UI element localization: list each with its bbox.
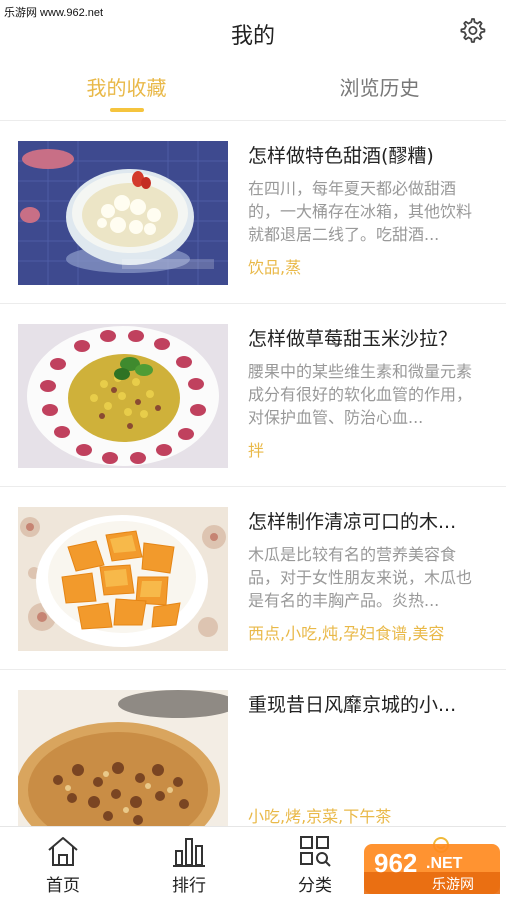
- nav-home-label: 首页: [46, 876, 80, 896]
- item-description: [248, 726, 486, 795]
- badge-number: 962: [374, 848, 417, 878]
- item-tags: 拌: [248, 441, 265, 460]
- tab-favorites[interactable]: 我的收藏: [0, 72, 253, 101]
- bar-chart-icon: [173, 838, 205, 867]
- list-item[interactable]: 怎样做草莓甜玉米沙拉？ 腰果中的某些维生素和微量元素成分有很好的软化血管的作用，…: [0, 304, 506, 487]
- nav-ranking-label: 排行: [172, 876, 206, 896]
- gear-icon: [460, 18, 486, 43]
- watermark-badge: 962 .NET 乐游网: [364, 844, 500, 894]
- item-description: 腰果中的某些维生素和微量元素成分有很好的软化血管的作用，对保护血管、防治心血..…: [248, 362, 473, 427]
- strawberry-corn-salad-image: [18, 324, 228, 468]
- item-tags: 西点,小吃,炖,孕妇食谱,美容: [248, 624, 445, 643]
- item-description: 在四川，每年夏天都必做甜酒的，一大桶存在冰箱，其他饮料就都退居二线了。吃甜酒..…: [248, 179, 473, 244]
- item-title: 怎样做草莓甜玉米沙拉？: [248, 328, 458, 350]
- nav-category[interactable]: 分类: [252, 833, 378, 896]
- item-tags: 饮品,蒸: [248, 258, 302, 277]
- papaya-bowl-image: [18, 507, 228, 651]
- item-description: 木瓜是比较有名的营养美容食品，对于女性朋友来说，木瓜也是有名的丰胸产品。炎热..…: [248, 545, 473, 610]
- item-title: 重现昔日风靡京城的小...: [248, 694, 457, 716]
- badge-text: 乐游网: [432, 877, 474, 893]
- rice-wine-bowl-image: [18, 141, 228, 285]
- header: 我的: [0, 0, 506, 62]
- tab-bar: 我的收藏 浏览历史: [0, 62, 506, 121]
- nav-ranking[interactable]: 排行: [126, 833, 252, 896]
- item-title: 怎样做特色甜酒(醪糟): [248, 145, 434, 167]
- baked-pastry-image: [18, 690, 228, 834]
- list-item[interactable]: 怎样做特色甜酒(醪糟) 在四川，每年夏天都必做甜酒的，一大桶存在冰箱，其他饮料就…: [0, 121, 506, 304]
- list-item[interactable]: 怎样制作清凉可口的木... 木瓜是比较有名的营养美容食品，对于女性朋友来说，木瓜…: [0, 487, 506, 670]
- home-icon: [48, 837, 78, 866]
- item-title: 怎样制作清凉可口的木...: [248, 511, 457, 533]
- nav-category-label: 分类: [298, 876, 332, 896]
- nav-home[interactable]: 首页: [0, 833, 126, 896]
- badge-suffix: .NET: [426, 855, 463, 872]
- category-grid-icon: [300, 836, 331, 867]
- active-tab-indicator: [110, 108, 144, 112]
- page-title: 我的: [230, 24, 275, 49]
- settings-button[interactable]: [456, 14, 488, 46]
- tab-history[interactable]: 浏览历史: [253, 72, 506, 101]
- favorites-list: 怎样做特色甜酒(醪糟) 在四川，每年夏天都必做甜酒的，一大桶存在冰箱，其他饮料就…: [0, 121, 506, 853]
- item-tags: 小吃,烤,京菜,下午茶: [248, 807, 392, 826]
